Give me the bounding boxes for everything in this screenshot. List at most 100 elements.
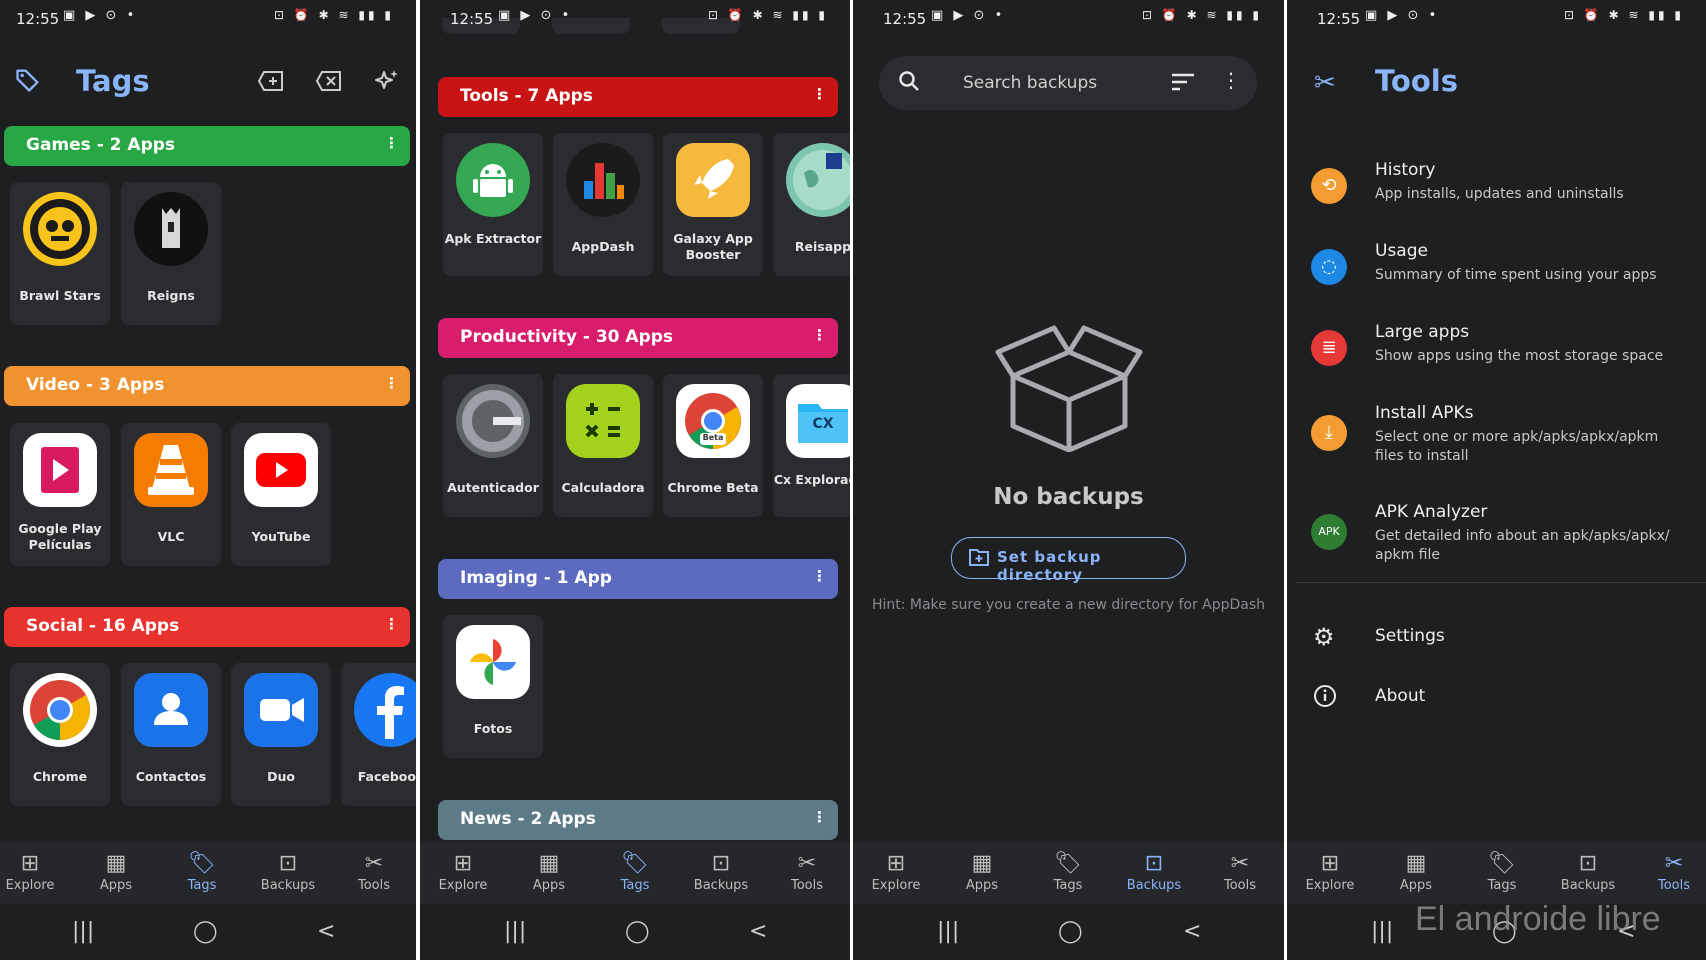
back-icon[interactable]: < bbox=[749, 919, 767, 944]
set-backup-directory-button[interactable]: Set backup directory bbox=[951, 537, 1186, 584]
tag-header-social[interactable]: Social - 16 Apps ⋮ bbox=[4, 607, 410, 647]
app-name: Autenticador bbox=[447, 480, 539, 495]
app-card-fotos[interactable]: Fotos bbox=[443, 615, 543, 758]
tag-header-video[interactable]: Video - 3 Apps ⋮ bbox=[4, 366, 410, 406]
more-vert-icon[interactable]: ⋮ bbox=[384, 615, 399, 633]
remove-tag-icon[interactable] bbox=[315, 70, 342, 96]
nav-apps[interactable]: ▦ Apps bbox=[1381, 850, 1451, 893]
app-card-brawl-stars[interactable]: Brawl Stars bbox=[10, 182, 110, 325]
more-vert-icon[interactable]: ⋮ bbox=[384, 374, 399, 392]
cx-badge: CX bbox=[812, 416, 834, 432]
app-card-calculadora[interactable]: Calculadora bbox=[553, 374, 653, 517]
nav-tools[interactable]: ✂ Tools bbox=[339, 850, 409, 893]
tool-apk-analyzer[interactable]: APK APK Analyzer Get detailed info about… bbox=[1287, 497, 1706, 577]
app-card-reisapp[interactable]: Reisapp bbox=[773, 133, 850, 276]
app-card-google-play-peliculas[interactable]: Google Play Películas bbox=[10, 423, 110, 566]
back-icon[interactable]: < bbox=[317, 919, 335, 944]
screen-tags: 12:55 ▣ ▶ ⊙ • ⊡ ⏰ ✱ ≋ ▮▮ ▮ Tags Games - … bbox=[0, 0, 416, 960]
more-vert-icon[interactable]: ⋮ bbox=[1221, 68, 1241, 92]
more-vert-icon[interactable]: ⋮ bbox=[812, 567, 827, 585]
add-tag-icon[interactable] bbox=[257, 70, 284, 96]
more-vert-icon[interactable]: ⋮ bbox=[812, 808, 827, 826]
tag-header-games[interactable]: Games - 2 Apps ⋮ bbox=[4, 126, 410, 166]
bottom-navigation: ⊞ Explore ▦ Apps 🏷 Tags ⊡ Backups ✂ Tools bbox=[0, 842, 416, 904]
nav-apps[interactable]: ▦ Apps bbox=[81, 850, 151, 893]
nav-apps[interactable]: ▦ Apps bbox=[947, 850, 1017, 893]
auto-tag-sparkle-icon[interactable] bbox=[374, 68, 400, 98]
search-bar[interactable]: Search backups ⋮ bbox=[879, 56, 1257, 110]
nav-explore[interactable]: ⊞ Explore bbox=[861, 850, 931, 893]
app-card-duo[interactable]: Duo bbox=[231, 663, 331, 806]
home-icon[interactable]: ◯ bbox=[1058, 919, 1083, 944]
tool-large-apps[interactable]: ≣ Large apps Show apps using the most st… bbox=[1287, 317, 1706, 397]
recents-icon[interactable]: ||| bbox=[72, 919, 94, 944]
home-icon[interactable]: ◯ bbox=[625, 919, 650, 944]
tool-history[interactable]: ⟲ History App installs, updates and unin… bbox=[1287, 155, 1706, 235]
back-icon[interactable]: < bbox=[1183, 919, 1201, 944]
nav-apps[interactable]: ▦ Apps bbox=[514, 850, 584, 893]
tag-header-news[interactable]: News - 2 Apps ⋮ bbox=[438, 800, 838, 840]
app-card-chrome[interactable]: Chrome bbox=[10, 663, 110, 806]
tag-header-tools[interactable]: Tools - 7 Apps ⋮ bbox=[438, 77, 838, 117]
nav-tools[interactable]: ✂ Tools bbox=[1205, 850, 1275, 893]
tag-header-imaging[interactable]: Imaging - 1 App ⋮ bbox=[438, 559, 838, 599]
nav-tools[interactable]: ✂ Tools bbox=[772, 850, 842, 893]
nav-explore[interactable]: ⊞ Explore bbox=[0, 850, 65, 893]
home-icon[interactable]: ◯ bbox=[193, 919, 218, 944]
nav-explore[interactable]: ⊞ Explore bbox=[428, 850, 498, 893]
tag-header-label: Games - 2 Apps bbox=[26, 135, 176, 155]
app-card-appdash[interactable]: AppDash bbox=[553, 133, 653, 276]
app-card-apk-extractor[interactable]: Apk Extractor bbox=[443, 133, 543, 276]
app-card-facebook[interactable]: Facebook bbox=[341, 663, 416, 806]
app-name: Apk Extractor bbox=[444, 231, 542, 246]
page-title: Tags bbox=[76, 64, 150, 98]
explore-icon: ⊞ bbox=[886, 851, 906, 876]
app-card-cx-explorador[interactable]: CX Cx Explorador bbox=[773, 374, 850, 517]
recents-icon[interactable]: ||| bbox=[504, 919, 526, 944]
nav-explore[interactable]: ⊞ Explore bbox=[1295, 850, 1365, 893]
app-card-youtube[interactable]: YouTube bbox=[231, 423, 331, 566]
tag-header-label: Social - 16 Apps bbox=[26, 616, 180, 636]
tool-description: Select one or more apk/apks/apkx/apkm fi… bbox=[1375, 429, 1659, 464]
sort-icon[interactable] bbox=[1171, 72, 1195, 96]
app-card-galaxy-app-booster[interactable]: Galaxy App Booster bbox=[663, 133, 763, 276]
app-name: Facebook bbox=[357, 769, 416, 784]
nav-backups[interactable]: ⊡ Backups bbox=[1119, 850, 1189, 893]
screen-tags-scrolled: 12:55 ▣ ▶ ⊙ • ⊡ ⏰ ✱ ≋ ▮▮ ▮ Tools - 7 App… bbox=[420, 0, 850, 960]
status-bar: 12:55 ▣ ▶ ⊙ • ⊡ ⏰ ✱ ≋ ▮▮ ▮ bbox=[1287, 8, 1706, 30]
app-card-vlc[interactable]: VLC bbox=[121, 423, 221, 566]
nav-tags[interactable]: 🏷 Tags bbox=[1467, 850, 1537, 893]
nav-label: Apps bbox=[532, 878, 566, 893]
empty-box-icon bbox=[994, 306, 1144, 456]
app-card-chrome-beta[interactable]: Beta Chrome Beta bbox=[663, 374, 763, 517]
more-vert-icon[interactable]: ⋮ bbox=[812, 85, 827, 103]
system-status-icons: ⊡ ⏰ ✱ ≋ ▮▮ ▮ bbox=[274, 8, 394, 22]
calculator-icon bbox=[566, 384, 640, 458]
nav-tags[interactable]: 🏷 Tags bbox=[167, 850, 237, 893]
nav-backups[interactable]: ⊡ Backups bbox=[686, 850, 756, 893]
app-card-reigns[interactable]: Reigns bbox=[121, 182, 221, 325]
status-bar: 12:55 ▣ ▶ ⊙ • ⊡ ⏰ ✱ ≋ ▮▮ ▮ bbox=[0, 8, 416, 30]
nav-backups[interactable]: ⊡ Backups bbox=[253, 850, 323, 893]
nav-tools[interactable]: ✂ Tools bbox=[1639, 850, 1706, 893]
nav-backups[interactable]: ⊡ Backups bbox=[1553, 850, 1623, 893]
app-card-contactos[interactable]: Contactos bbox=[121, 663, 221, 806]
more-vert-icon[interactable]: ⋮ bbox=[812, 326, 827, 344]
chrome-beta-icon: Beta bbox=[676, 384, 750, 458]
bottom-navigation: ⊞ Explore ▦ Apps 🏷 Tags ⊡ Backups ✂ Tools bbox=[420, 842, 850, 904]
tool-install-apks[interactable]: ⤓ Install APKs Select one or more apk/ap… bbox=[1287, 398, 1706, 478]
menu-settings[interactable]: ⚙ Settings bbox=[1287, 620, 1706, 664]
menu-about[interactable]: About bbox=[1287, 680, 1706, 724]
nav-tags[interactable]: 🏷 Tags bbox=[1033, 850, 1103, 893]
more-vert-icon[interactable]: ⋮ bbox=[384, 134, 399, 152]
youtube-icon bbox=[244, 433, 318, 507]
apps-grid-icon: ▦ bbox=[971, 851, 993, 876]
app-card-autenticador[interactable]: Autenticador bbox=[443, 374, 543, 517]
tag-header-productivity[interactable]: Productivity - 30 Apps ⋮ bbox=[438, 318, 838, 358]
recents-icon[interactable]: ||| bbox=[1371, 919, 1393, 944]
android-icon bbox=[456, 143, 530, 217]
tool-usage[interactable]: ◌ Usage Summary of time spent using your… bbox=[1287, 236, 1706, 316]
beta-badge: Beta bbox=[702, 433, 724, 442]
nav-tags[interactable]: 🏷 Tags bbox=[600, 850, 670, 893]
recents-icon[interactable]: ||| bbox=[937, 919, 959, 944]
